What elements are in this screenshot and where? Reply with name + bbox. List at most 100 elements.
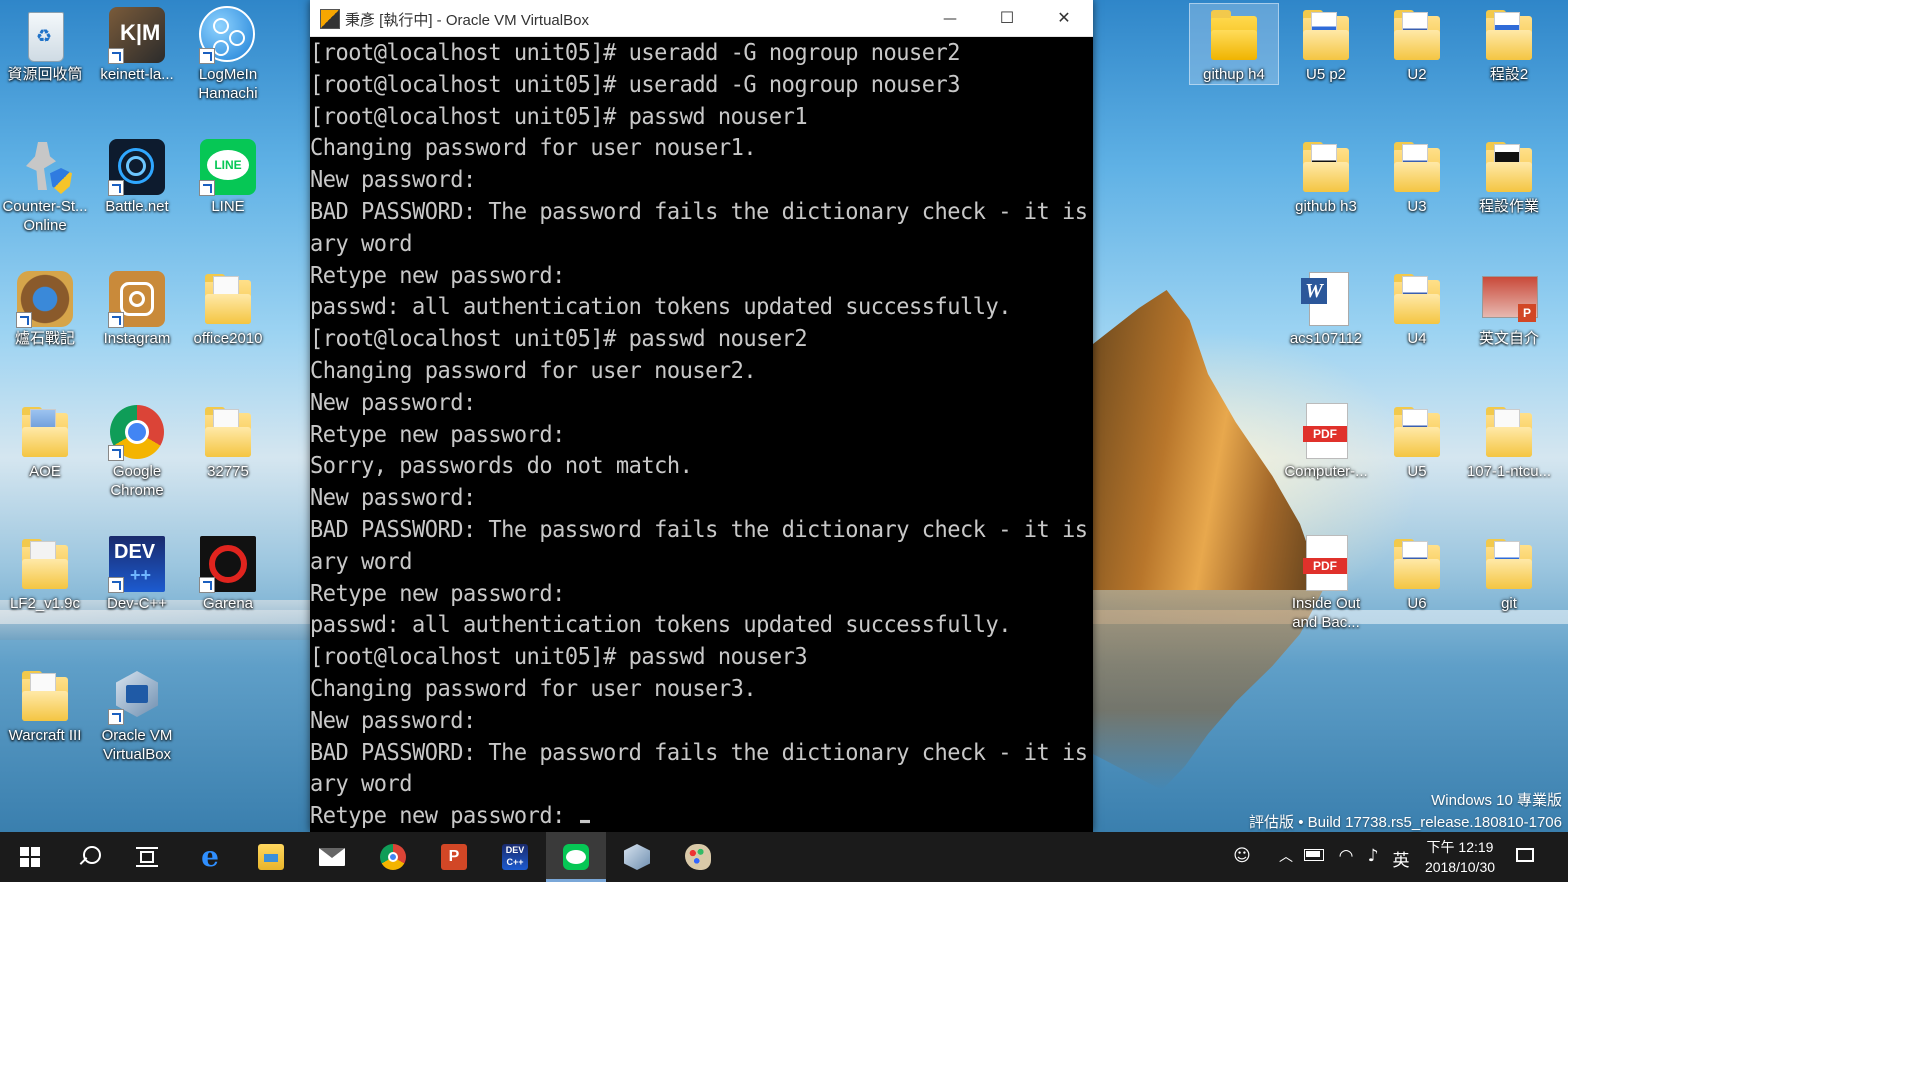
taskbar-mail[interactable] [302, 832, 362, 882]
close-icon: ✕ [1057, 8, 1071, 27]
taskbar-powerpoint[interactable]: P [424, 832, 484, 882]
desktop-icon-computer-pdf[interactable]: PDF Computer-... [1282, 397, 1370, 481]
virtualbox-icon [108, 667, 166, 725]
terminal-line: New password: [310, 485, 476, 512]
terminal-line: Changing password for user nouser1. [310, 135, 757, 162]
desktop-icon-u5-folder[interactable]: U5 [1373, 397, 1461, 481]
desktop-icon-garena[interactable]: Garena [184, 529, 272, 613]
desktop-icon-counter-strike-online[interactable]: Counter-St... Online [1, 132, 89, 235]
desktop-icon-keinett[interactable]: K|M keinett-la... [93, 0, 181, 84]
desktop-icon-git-folder[interactable]: git [1465, 529, 1553, 613]
terminal-prompt-line: Retype new password: [310, 800, 1093, 832]
desktop-icon-line[interactable]: LINE LINE [184, 132, 272, 216]
terminal-line: Retype new password: [310, 580, 565, 607]
desktop-icon-u2-folder[interactable]: U2 [1373, 0, 1461, 84]
minimize-button[interactable]: — [921, 0, 979, 36]
search-button[interactable] [58, 832, 118, 882]
desktop-icon-oracle-vm-virtualbox[interactable]: Oracle VM VirtualBox [93, 661, 181, 764]
desktop-icon-english-intro-pptx[interactable]: P 英文自介 [1465, 264, 1553, 348]
folder-icon [16, 667, 74, 725]
desktop-icon-recycle-bin[interactable]: ♻ 資源回收筒 [1, 0, 89, 84]
garena-icon [199, 535, 257, 593]
desktop-icon-logmein-hamachi[interactable]: LogMeIn Hamachi [184, 0, 272, 103]
desktop-icon-hearthstone[interactable]: 爐石戰記 [1, 264, 89, 348]
folder-icon [1205, 6, 1263, 64]
minimize-icon: — [943, 11, 957, 27]
file-explorer-icon [258, 844, 284, 870]
taskbar-file-explorer[interactable] [241, 832, 301, 882]
volume-icon[interactable]: ♪ [1362, 846, 1384, 866]
close-button[interactable]: ✕ [1035, 0, 1093, 36]
taskbar-chrome[interactable] [363, 832, 423, 882]
desktop-icon-107-1-ntcu-folder[interactable]: 107-1-ntcu... [1465, 397, 1553, 481]
terminal-line: BAD PASSWORD: The password fails the dic… [310, 199, 1088, 226]
virtualbox-icon [624, 844, 650, 870]
desktop-icon-32775-folder[interactable]: 32775 [184, 397, 272, 481]
battle-net-icon [108, 138, 166, 196]
virtualbox-app-icon[interactable] [320, 9, 340, 29]
desktop-icon-u3-folder[interactable]: U3 [1373, 132, 1461, 216]
desktop-icon-githup-h4-folder[interactable]: githup h4 [1189, 3, 1279, 85]
terminal-line: [root@localhost unit05]# useradd -G nogr… [310, 40, 961, 67]
desktop-icon-google-chrome[interactable]: Google Chrome [93, 397, 181, 500]
desktop-icon-dev-cpp[interactable]: DEV ++ Dev-C++ [93, 529, 181, 613]
desktop-icon-u4-folder[interactable]: U4 [1373, 264, 1461, 348]
desktop-icon-cheng-she-zuo-ye-folder[interactable]: 程設作業 [1465, 132, 1553, 216]
action-center-button[interactable] [1516, 846, 1538, 862]
terminal-line: BAD PASSWORD: The password fails the dic… [310, 517, 1088, 544]
maximize-icon: ☐ [999, 8, 1015, 27]
taskbar-clock[interactable]: 下午 12:19 2018/10/30 [1412, 837, 1508, 877]
folder-icon [1388, 138, 1446, 196]
folder-icon [1388, 535, 1446, 593]
terminal-line: New password: [310, 167, 476, 194]
desktop-icon-u6-folder[interactable]: U6 [1373, 529, 1461, 613]
windows-logo-icon [20, 847, 40, 867]
wifi-icon[interactable]: ◠ [1335, 846, 1357, 866]
folder-icon [1480, 403, 1538, 461]
terminal-line: ary word [310, 548, 412, 576]
terminal-cursor [579, 820, 590, 824]
people-icon[interactable]: ☺ [1231, 846, 1253, 866]
taskbar-virtualbox[interactable] [607, 832, 667, 882]
desktop-icon-lf2-folder[interactable]: LF2_v1.9c [1, 529, 89, 613]
vm-console[interactable]: [root@localhost unit05]# useradd -G nogr… [310, 37, 1093, 832]
recycle-bin-icon: ♻ [16, 6, 74, 64]
maximize-button[interactable]: ☐ [978, 0, 1036, 36]
show-hidden-icons-chevron-icon[interactable]: ︿ [1275, 846, 1297, 866]
taskbar-edge[interactable]: e [180, 832, 240, 882]
window-titlebar[interactable]: 秉彥 [執行中] - Oracle VM VirtualBox — ☐ ✕ [310, 0, 1093, 37]
counter-strike-icon [16, 138, 74, 196]
desktop-icon-u5-p2-folder[interactable]: U5 p2 [1282, 0, 1370, 84]
task-view-button[interactable] [117, 832, 177, 882]
folder-icon [1480, 138, 1538, 196]
desktop-icon-office2010-folder[interactable]: office2010 [184, 264, 272, 348]
terminal-line: BAD PASSWORD: The password fails the dic… [310, 739, 1088, 766]
terminal-line: Retype new password: [310, 421, 565, 448]
clock-date: 2018/10/30 [1424, 859, 1496, 875]
desktop-icon-acs107112-word-doc[interactable]: W acs107112 [1282, 264, 1370, 348]
folder-icon [1388, 403, 1446, 461]
input-method-indicator[interactable]: 英 [1390, 846, 1412, 871]
start-button[interactable] [0, 832, 60, 882]
terminal-line: passwd: all authentication tokens update… [310, 294, 1011, 321]
taskbar-dev-cpp[interactable]: DEV C++ [485, 832, 545, 882]
desktop-icon-cheng-she-2-folder[interactable]: 程設2 [1465, 0, 1553, 84]
task-view-icon [136, 847, 158, 867]
hamachi-icon [199, 6, 257, 64]
desktop-icon-battle-net[interactable]: Battle.net [93, 132, 181, 216]
desktop-icon-instagram[interactable]: Instagram [93, 264, 181, 348]
battery-icon[interactable] [1304, 846, 1326, 861]
desktop-icon-inside-out-pdf[interactable]: PDF Inside Out and Bac... [1282, 529, 1370, 632]
terminal-line: [root@localhost unit05]# useradd -G nogr… [310, 71, 961, 99]
desktop-icon-aoe-folder[interactable]: AOE [1, 397, 89, 481]
terminal-line: Sorry, passwords do not match. [310, 453, 693, 480]
folder-icon [1480, 6, 1538, 64]
desktop-icon-github-h3-folder[interactable]: github h3 [1282, 132, 1370, 216]
chrome-icon [108, 403, 166, 461]
taskbar-line[interactable] [546, 832, 606, 882]
taskbar-paint[interactable] [668, 832, 728, 882]
desktop-icon-warcraft-iii-folder[interactable]: Warcraft III [1, 661, 89, 745]
notification-icon [1516, 848, 1534, 862]
clock-time: 下午 12:19 [1426, 839, 1494, 855]
virtualbox-window[interactable]: 秉彥 [執行中] - Oracle VM VirtualBox — ☐ ✕ [r… [310, 0, 1093, 832]
